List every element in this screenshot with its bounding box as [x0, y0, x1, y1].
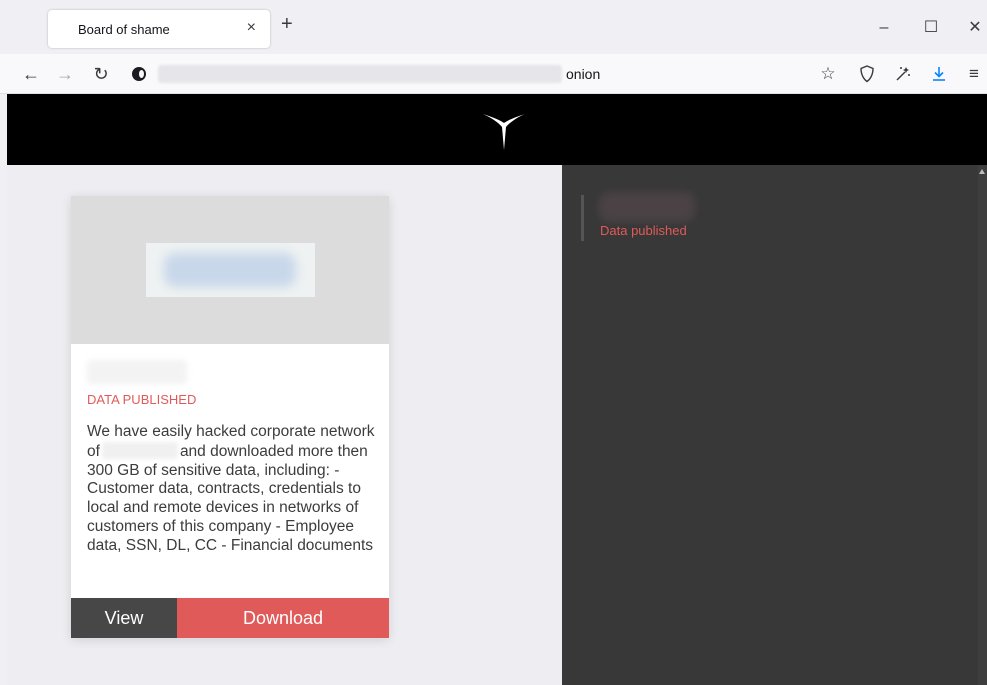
feed-status: Data published [600, 223, 687, 238]
scroll-up-icon[interactable] [979, 169, 985, 174]
bookmark-star-icon[interactable]: ☆ [816, 62, 840, 86]
back-icon[interactable]: ← [19, 62, 43, 86]
tab-title: Board of shame [78, 22, 170, 37]
feed-item[interactable]: Data published [581, 192, 781, 241]
menu-icon[interactable]: ≡ [962, 62, 986, 86]
window-left-edge [0, 94, 7, 685]
activity-feed-panel: Data published [562, 165, 987, 685]
description-name-redacted [101, 441, 178, 459]
reload-icon[interactable]: ↻ [89, 62, 113, 86]
tab-close-icon[interactable]: × [247, 19, 256, 37]
victim-name-redacted [87, 360, 187, 384]
minimize-icon[interactable]: – [874, 18, 894, 38]
magic-wand-icon[interactable] [891, 62, 915, 86]
scrollbar[interactable] [978, 165, 987, 685]
tab-board-of-shame[interactable]: Board of shame × [48, 10, 270, 48]
download-button[interactable]: Download [177, 598, 389, 638]
victim-list-panel: DATA PUBLISHED We have easily hacked cor… [7, 165, 562, 685]
shield-icon[interactable] [855, 62, 879, 86]
victim-card: DATA PUBLISHED We have easily hacked cor… [71, 196, 389, 638]
maximize-icon[interactable]: ☐ [921, 18, 941, 38]
navigation-bar: ← → ↻ onion ☆ ≡ [0, 54, 987, 94]
description-text-part2: and downloaded more then 300 GB of sensi… [87, 442, 374, 554]
url-bar[interactable]: onion [122, 60, 812, 88]
site-logo-icon [483, 114, 525, 150]
feed-name-redacted [599, 192, 695, 222]
status-badge: DATA PUBLISHED [87, 392, 197, 407]
victim-description: We have easily hacked corporate network … [87, 423, 377, 563]
tab-strip: Board of shame × + – ☐ ✕ [0, 0, 987, 54]
victim-logo-redacted [146, 243, 315, 297]
view-button[interactable]: View [71, 598, 177, 638]
new-tab-icon[interactable]: + [281, 14, 293, 34]
victim-logo-area [71, 196, 389, 344]
url-text: onion [566, 66, 601, 82]
forward-icon[interactable]: → [53, 62, 77, 86]
download-icon[interactable] [927, 62, 951, 86]
onion-icon[interactable] [132, 67, 146, 81]
close-icon[interactable]: ✕ [965, 18, 985, 38]
url-redacted [158, 65, 562, 83]
site-header [7, 94, 987, 165]
